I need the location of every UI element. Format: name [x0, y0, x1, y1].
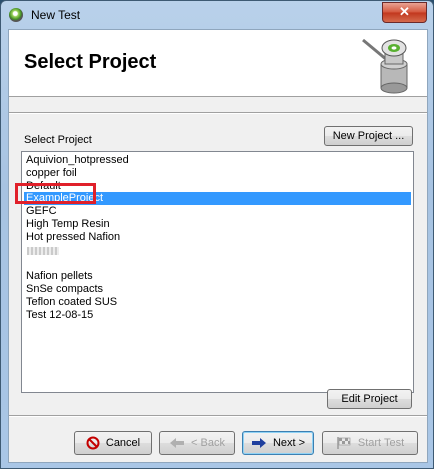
list-item-high-temp-resin[interactable]: High Temp Resin [24, 218, 411, 231]
new-project-label: New Project ... [332, 130, 405, 142]
title-bar[interactable]: New Test ✕ [1, 1, 433, 29]
start-test-button[interactable]: Start Test [322, 431, 418, 455]
list-item-teflon-coated-sus[interactable]: Teflon coated SUS [24, 296, 411, 309]
page-title: Select Project [24, 51, 157, 73]
list-item-nafion-pellets[interactable]: Nafion pellets [24, 270, 411, 283]
back-arrow-icon [170, 438, 185, 449]
cancel-icon [86, 436, 100, 450]
cancel-label: Cancel [105, 437, 141, 449]
cell-device-image [362, 38, 408, 94]
list-item-aquivion[interactable]: Aquivion_hotpressed [24, 154, 411, 167]
list-item-obscured[interactable] [24, 244, 411, 257]
annotation-highlight-box [15, 183, 96, 204]
list-item-copper-foil[interactable]: copper foil [24, 167, 411, 180]
back-label: < Back [191, 437, 225, 449]
header-separator [9, 112, 427, 114]
list-item-hot-pressed-nafion[interactable]: Hot pressed Nafion [24, 231, 411, 244]
next-label: Next > [272, 437, 306, 449]
obscured-text [27, 247, 59, 255]
edit-project-label: Edit Project [341, 393, 398, 405]
back-button[interactable]: < Back [159, 431, 235, 455]
wizard-header: Select Project [9, 30, 427, 97]
window-title: New Test [31, 8, 81, 22]
select-project-label: Select Project [24, 134, 92, 146]
cancel-button[interactable]: Cancel [74, 431, 152, 455]
next-button[interactable]: Next > [242, 431, 314, 455]
dialog-window: New Test ✕ Select Project Select Project… [0, 0, 434, 469]
new-project-button[interactable]: New Project ... [324, 126, 413, 146]
checkered-flag-icon [337, 437, 351, 450]
edit-project-button[interactable]: Edit Project [327, 389, 412, 409]
wizard-body: Select Project Select Project New Projec… [8, 29, 428, 463]
start-test-label: Start Test [357, 437, 405, 449]
list-item-gefc[interactable]: GEFC [24, 205, 411, 218]
app-icon [9, 8, 23, 22]
list-item-test-12-08-15[interactable]: Test 12-08-15 [24, 309, 411, 322]
list-item-snse-compacts[interactable]: SnSe compacts [24, 283, 411, 296]
footer-separator [9, 415, 427, 417]
next-arrow-icon [251, 438, 266, 449]
close-button[interactable]: ✕ [382, 2, 427, 23]
